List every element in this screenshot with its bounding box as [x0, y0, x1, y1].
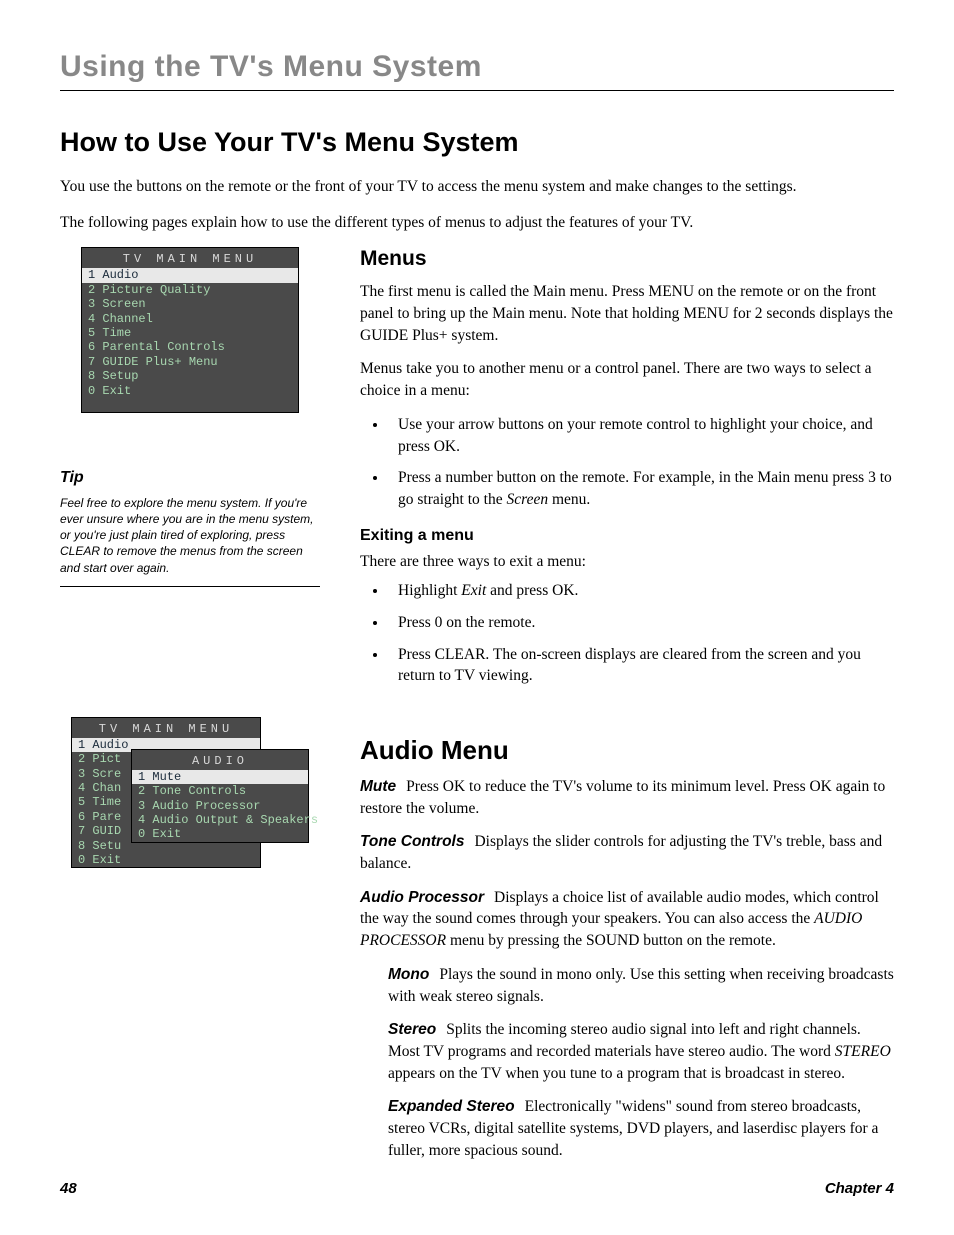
submenu-item: 4 Audio Output & Speakers — [132, 813, 308, 827]
menu-item-selected: 1 Audio — [82, 268, 298, 282]
def-audio-processor: Audio ProcessorDisplays a choice list of… — [360, 887, 894, 952]
intro-paragraph-1: You use the buttons on the remote or the… — [60, 176, 820, 198]
menu-item: 0 Exit — [82, 384, 298, 398]
menu-item: 2 Picture Quality — [82, 283, 298, 297]
menu-item: 7 GUIDE Plus+ Menu — [82, 355, 298, 369]
def-mono: MonoPlays the sound in mono only. Use th… — [388, 964, 894, 1007]
exiting-heading: Exiting a menu — [360, 527, 894, 545]
page-heading: How to Use Your TV's Menu System — [60, 127, 894, 158]
exiting-bullet-1: Highlight Exit and press OK. — [388, 580, 894, 602]
menu-title: TV MAIN MENU — [72, 718, 260, 738]
exiting-lead: There are three ways to exit a menu: — [360, 551, 894, 573]
audio-menu-heading: Audio Menu — [360, 735, 894, 766]
submenu-title: AUDIO — [132, 750, 308, 770]
menu-item: 0 Exit — [72, 853, 260, 867]
menu-item: 8 Setup — [82, 369, 298, 383]
def-mute: MutePress OK to reduce the TV's volume t… — [360, 776, 894, 819]
menus-para-2: Menus take you to another menu or a cont… — [360, 358, 894, 401]
exiting-bullet-2: Press 0 on the remote. — [388, 612, 894, 634]
submenu-item: 3 Audio Processor — [132, 799, 308, 813]
menus-para-1: The first menu is called the Main menu. … — [360, 281, 894, 346]
def-expanded-stereo: Expanded StereoElectronically "widens" s… — [388, 1096, 894, 1161]
tip-box: Tip Feel free to explore the menu system… — [60, 469, 320, 587]
submenu-item: 0 Exit — [132, 827, 308, 841]
menus-heading: Menus — [360, 247, 894, 271]
menus-bullet-1: Use your arrow buttons on your remote co… — [388, 414, 894, 457]
audio-menu-screenshot: TV MAIN MENU 1 Audio 2 Pict 3 Scre 4 Cha… — [71, 717, 309, 907]
main-menu-screenshot: TV MAIN MENU 1 Audio 2 Picture Quality 3… — [81, 247, 299, 413]
menu-item: 3 Screen — [82, 297, 298, 311]
page-footer: 48 Chapter 4 — [60, 1180, 894, 1197]
chapter-header: Using the TV's Menu System — [60, 50, 894, 91]
def-stereo: StereoSplits the incoming stereo audio s… — [388, 1019, 894, 1084]
menus-bullet-2: Press a number button on the remote. For… — [388, 467, 894, 510]
menu-title: TV MAIN MENU — [82, 248, 298, 268]
submenu-item: 2 Tone Controls — [132, 784, 308, 798]
intro-paragraph-2: The following pages explain how to use t… — [60, 212, 820, 234]
submenu-item-selected: 1 Mute — [132, 770, 308, 784]
exiting-bullet-3: Press CLEAR. The on-screen displays are … — [388, 644, 894, 687]
menu-item: 6 Parental Controls — [82, 340, 298, 354]
page-number: 48 — [60, 1180, 77, 1197]
tip-heading: Tip — [60, 469, 320, 487]
def-tone-controls: Tone ControlsDisplays the slider control… — [360, 831, 894, 874]
menu-item: 4 Channel — [82, 312, 298, 326]
tip-body: Feel free to explore the menu system. If… — [60, 495, 320, 587]
menu-item: 5 Time — [82, 326, 298, 340]
chapter-label: Chapter 4 — [825, 1180, 894, 1197]
